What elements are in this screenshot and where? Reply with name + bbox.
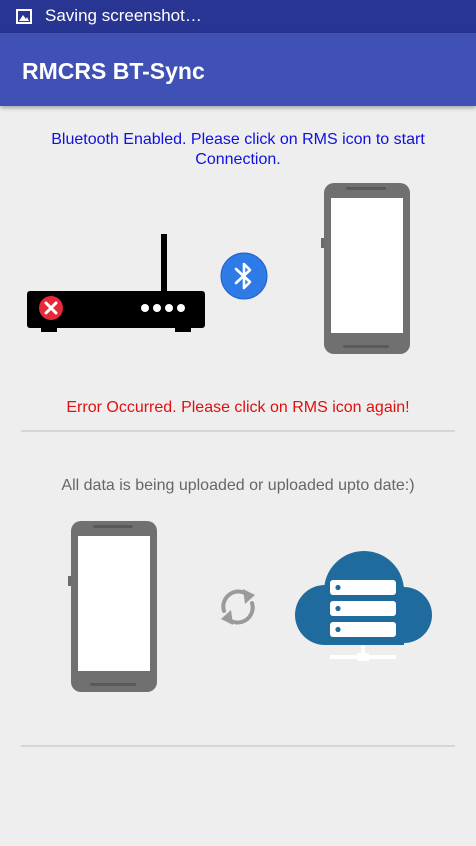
sync-icon bbox=[221, 589, 255, 625]
connection-status-message: Bluetooth Enabled. Please click on RMS i… bbox=[51, 131, 425, 168]
status-bar-text: Saving screenshot… bbox=[45, 6, 202, 25]
image-icon bbox=[16, 9, 32, 24]
section-divider bbox=[21, 430, 455, 432]
phone-icon bbox=[321, 183, 410, 354]
bluetooth-icon bbox=[220, 252, 268, 300]
section-divider bbox=[21, 745, 455, 747]
sync-status-message: All data is being uploaded or uploaded u… bbox=[61, 477, 415, 494]
error-message: Error Occurred. Please click on RMS icon… bbox=[66, 399, 410, 416]
status-bar: Saving screenshot… bbox=[0, 0, 476, 33]
rms-router-icon[interactable] bbox=[27, 234, 207, 334]
app-title: RMCRS BT-Sync bbox=[22, 58, 205, 84]
app-bar: RMCRS BT-Sync bbox=[0, 33, 476, 106]
error-x-icon bbox=[39, 296, 63, 320]
phone-icon bbox=[68, 521, 157, 692]
cloud-server-icon bbox=[295, 551, 432, 661]
